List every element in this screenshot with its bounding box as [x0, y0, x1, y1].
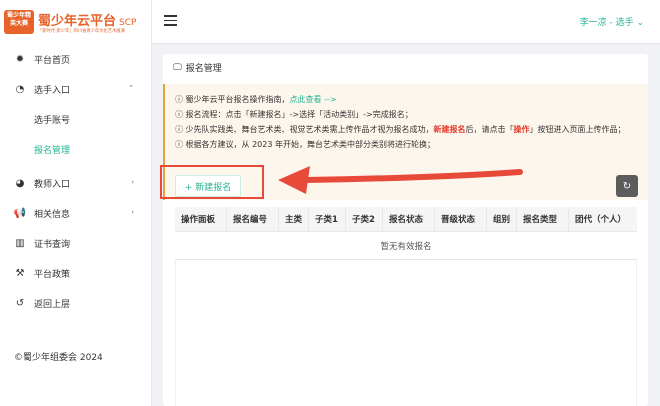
- table-header: 操作面板 报名编号 主类 子类1 子类2 报名状态 晋级状态 组别 报名类型 团…: [175, 207, 637, 232]
- info-icon: ⓘ: [175, 125, 186, 134]
- notice-line-guide: ⓘ 蜀少年云平台报名操作指南，点此查看 -->: [175, 94, 337, 105]
- menu-toggle-icon[interactable]: [164, 15, 177, 26]
- sidebar-item-label: 返回上层: [34, 299, 71, 310]
- sidebar-subitem-player-account[interactable]: 选手账号: [0, 104, 152, 134]
- chevron-up-icon: ⌃: [128, 84, 134, 92]
- info-icon: ⓘ: [175, 140, 186, 149]
- refresh-button[interactable]: ↻: [616, 175, 638, 197]
- card-title: 🖵 报名管理: [173, 61, 222, 75]
- notice-text: 少先队实践类、舞台艺术类、视觉艺术类需上传作品才视为报名成功，: [185, 125, 434, 134]
- logo[interactable]: 蜀少年精英大赛 蜀少年云平台 SCP 「新时代·新少年」四川省青少年文化艺术展演: [4, 8, 150, 40]
- column-header: 主类: [279, 207, 309, 231]
- notice-highlight: 新建报名: [433, 125, 466, 134]
- sidebar-item-label: 选手入口: [34, 85, 71, 96]
- refresh-icon: ↻: [622, 180, 632, 192]
- column-header: 组别: [487, 207, 517, 231]
- table-body: [175, 260, 637, 406]
- monitor-icon: 🖵: [173, 62, 182, 73]
- megaphone-icon: 📢: [13, 207, 27, 219]
- info-icon: ⓘ: [175, 95, 186, 104]
- sidebar-subitem-registration[interactable]: 报名管理: [0, 134, 152, 164]
- sidebar-item-policy[interactable]: ⚒ 平台政策: [0, 258, 152, 288]
- sidebar: 蜀少年精英大赛 蜀少年云平台 SCP 「新时代·新少年」四川省青少年文化艺术展演 …: [0, 0, 152, 406]
- sidebar-item-certificate[interactable]: ▥ 证书查询: [0, 228, 152, 258]
- logo-title: 蜀少年云平台 SCP: [38, 10, 136, 29]
- column-header: 子类1: [309, 207, 346, 231]
- sidebar-item-label: 相关信息: [34, 209, 71, 220]
- column-header: 报名类型: [517, 207, 569, 231]
- teacher-icon: ◕: [15, 177, 25, 189]
- registration-table: 操作面板 报名编号 主类 子类1 子类2 报名状态 晋级状态 组别 报名类型 团…: [175, 207, 637, 406]
- column-header: 晋级状态: [435, 207, 487, 231]
- notice-text: 蜀少年云平台报名操作指南，: [185, 95, 290, 104]
- sidebar-subitem-label: 报名管理: [34, 145, 71, 156]
- chevron-right-icon: ›: [131, 178, 134, 186]
- sidebar-item-label: 教师入口: [34, 179, 71, 190]
- sidebar-item-label: 平台首页: [34, 55, 71, 66]
- notice-text: 」按钮进入页面上传作品；: [529, 125, 626, 134]
- column-header: 子类2: [346, 207, 383, 231]
- sidebar-item-label: 平台政策: [34, 269, 71, 280]
- card-title-text: 报名管理: [185, 64, 222, 74]
- gear-icon: ✹: [15, 53, 25, 65]
- sidebar-subitem-label: 选手账号: [34, 115, 71, 126]
- copyright: ©蜀少年组委会 2024: [14, 353, 103, 363]
- user-menu[interactable]: 李一凉 - 选手 ⌄: [580, 15, 644, 28]
- notice-line-upload: ⓘ 少先队实践类、舞台艺术类、视觉艺术类需上传作品才视为报名成功，新建报名后，请…: [175, 124, 626, 135]
- sidebar-item-player-entry[interactable]: ◔ 选手入口 ⌃: [0, 74, 152, 104]
- hammer-icon: ⚒: [15, 267, 25, 279]
- empty-state: 暂无有效报名: [175, 232, 637, 260]
- notice-text: 报名流程：点击「新建报名」->选择「活动类别」->完成报名；: [185, 110, 413, 119]
- sidebar-item-home[interactable]: ✹ 平台首页: [0, 44, 152, 74]
- logo-subtitle: 「新时代·新少年」四川省青少年文化艺术展演: [38, 28, 125, 34]
- column-header: 团代（个人）: [575, 215, 627, 225]
- sidebar-item-label: 证书查询: [34, 239, 71, 250]
- notice-text: 后，请点击「: [465, 125, 514, 134]
- column-header: 报名编号: [227, 207, 279, 231]
- sidebar-item-teacher-entry[interactable]: ◕ 教师入口 ›: [0, 168, 152, 198]
- annotation-highlight-box: [160, 165, 264, 199]
- sidebar-item-info[interactable]: 📢 相关信息 ›: [0, 198, 152, 228]
- logo-suffix: SCP: [119, 18, 137, 28]
- sidebar-nav: ✹ 平台首页 ◔ 选手入口 ⌃ 选手账号 报名管理 ◕ 教师入口 › 📢 相关信…: [0, 44, 152, 318]
- logo-badge: 蜀少年精英大赛: [4, 10, 34, 34]
- registration-card: 🖵 报名管理 ⓘ 蜀少年云平台报名操作指南，点此查看 --> ⓘ 报名流程：点击…: [163, 54, 648, 406]
- column-header: 操作面板: [175, 207, 227, 231]
- notice-line-rotation: ⓘ 根据各方建议，从 2023 年开始，舞台艺术类中部分类别将进行轮换；: [175, 139, 435, 150]
- sidebar-item-back[interactable]: ↺ 返回上层: [0, 288, 152, 318]
- header: 李一凉 - 选手 ⌄: [152, 0, 660, 44]
- notice-line-process: ⓘ 报名流程：点击「新建报名」->选择「活动类别」->完成报名；: [175, 109, 413, 120]
- notice-highlight: 操作: [513, 125, 530, 134]
- info-icon: ⓘ: [175, 110, 186, 119]
- notice-text: 根据各方建议，从 2023 年开始，舞台艺术类中部分类别将进行轮换；: [185, 140, 435, 149]
- chevron-right-icon: ›: [131, 208, 134, 216]
- certificate-icon: ▥: [15, 237, 25, 249]
- column-header: 报名状态: [383, 207, 435, 231]
- user-icon: ◔: [15, 83, 25, 95]
- logo-title-text: 蜀少年云平台: [38, 14, 117, 29]
- back-icon: ↺: [15, 297, 25, 309]
- guide-link[interactable]: 点此查看 -->: [290, 95, 337, 104]
